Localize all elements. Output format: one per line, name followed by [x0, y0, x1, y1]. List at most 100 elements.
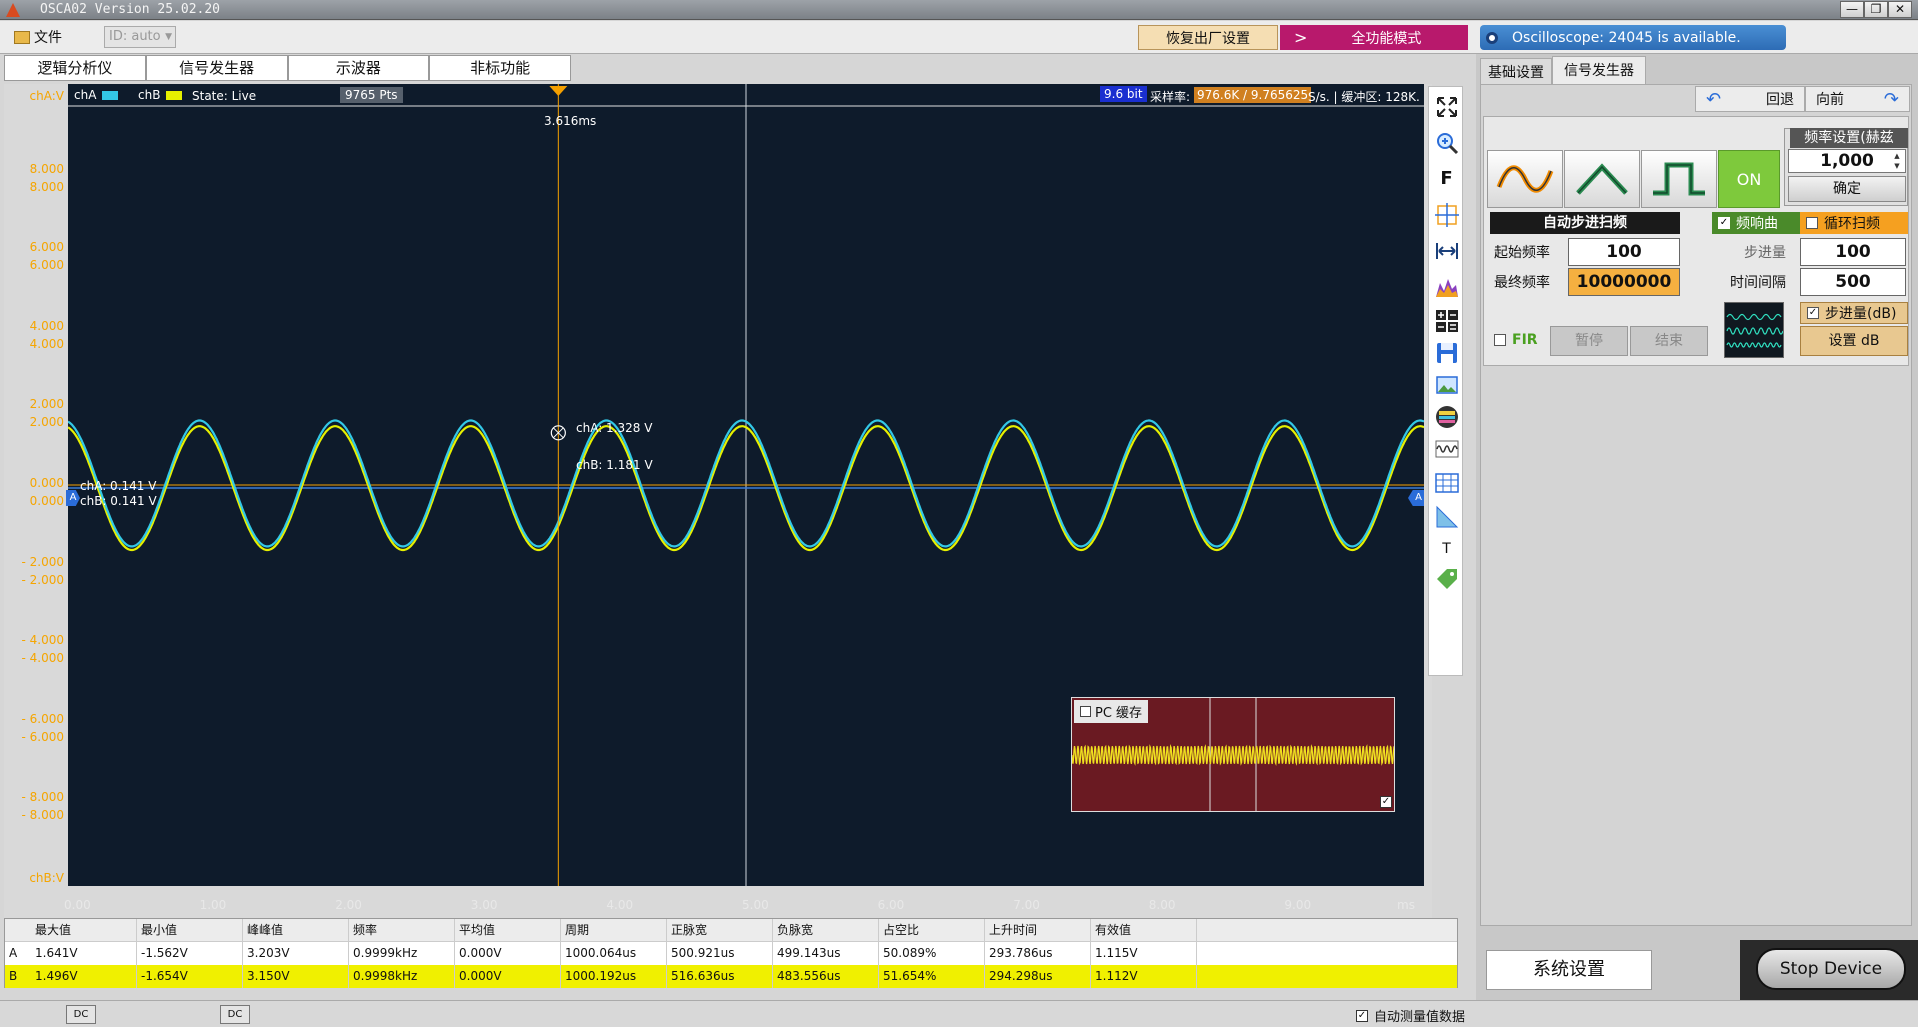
bit-depth-badge: 9.6 bit	[1100, 86, 1147, 102]
x-unit-label: ms	[1397, 898, 1415, 912]
freeze-f-icon[interactable]: F	[1433, 165, 1460, 192]
step-db-checkbox[interactable]: ✓	[1807, 307, 1819, 319]
ruler-icon[interactable]	[1433, 503, 1460, 530]
measure-a-cell: 500.921us	[667, 942, 773, 965]
interval-label: 时间间隔	[1730, 275, 1786, 291]
loop-sweep-checkbox[interactable]	[1806, 217, 1818, 229]
auto-measure-checkbox[interactable]: ✓	[1356, 1009, 1368, 1022]
step-db-label: 步进量(dB)	[1825, 306, 1897, 322]
interval-input[interactable]: 500	[1800, 268, 1906, 296]
loop-sweep-toggle[interactable]: 循环扫频	[1800, 212, 1908, 234]
measurement-row-b[interactable]: B 1.496V -1.654V 3.150V 0.9998kHz 0.000V 1000.…	[5, 965, 1457, 988]
tab-logic-analyzer[interactable]: 逻辑分析仪	[4, 55, 146, 81]
cursor-time-label: 3.616ms	[544, 114, 597, 128]
buffer-label: S/s. | 缓冲区: 128K.	[1308, 90, 1420, 104]
x-tick-label: 1.00	[199, 898, 227, 912]
measurement-row-a[interactable]: A 1.641V -1.562V 3.203V 0.9999kHz 0.000V 1000.…	[5, 942, 1457, 965]
cursor-cha-readout: chA: 1.328 V	[576, 421, 653, 435]
y-tick-label-chb: - 2.000	[21, 572, 65, 587]
tag-icon[interactable]	[1433, 563, 1460, 590]
sample-rate-label: 采样率:	[1150, 90, 1191, 104]
measure-b-cell: 483.556us	[773, 965, 879, 988]
status-bar: DC DC ✓ 自动测量值数据	[0, 1000, 1918, 1027]
fit-screen-icon[interactable]	[1433, 93, 1460, 120]
tab-signal-gen-settings[interactable]: 信号发生器	[1552, 56, 1646, 84]
tab-oscilloscope[interactable]: 示波器	[287, 55, 430, 81]
output-on-button[interactable]: ON	[1718, 150, 1780, 208]
full-mode-button[interactable]: > 全功能模式	[1280, 25, 1468, 50]
math-icon[interactable]	[1433, 307, 1460, 334]
square-wave-button[interactable]	[1641, 150, 1717, 208]
offset-chb-readout: chB: 0.141 V	[80, 494, 157, 508]
measure-a-cell: 3.203V	[243, 942, 349, 965]
freq-input[interactable]: 1,000 ▲ ▼	[1788, 149, 1906, 173]
measure-header-cell: 负脉宽	[773, 919, 879, 941]
legend-chb-label: chB	[138, 88, 161, 102]
system-settings-button[interactable]: 系统设置	[1486, 950, 1652, 990]
sine-wave-button[interactable]	[1487, 150, 1563, 208]
y-tick-label-chb: - 8.000	[21, 808, 65, 823]
back-button[interactable]: ↶ 回退	[1695, 86, 1805, 112]
end-button[interactable]: 结束	[1630, 326, 1708, 356]
measure-header-cell: 占空比	[879, 919, 985, 941]
file-menu[interactable]: 文件	[14, 27, 62, 47]
freq-confirm-button[interactable]: 确定	[1788, 176, 1906, 202]
step-label: 步进量	[1744, 245, 1786, 261]
freq-response-toggle[interactable]: ✓ 频响曲	[1712, 212, 1800, 234]
text-tool-icon[interactable]: T	[1433, 535, 1460, 562]
undo-icon: ↶	[1706, 88, 1722, 110]
start-freq-input[interactable]: 100	[1568, 238, 1680, 266]
save-icon[interactable]	[1433, 339, 1460, 366]
device-id-value: ID: auto	[109, 29, 161, 44]
cha-coupling-badge[interactable]: DC	[66, 1005, 96, 1024]
step-db-toggle[interactable]: ✓ 步进量(dB)	[1800, 302, 1908, 324]
cursor-chb-readout: chB: 1.181 V	[576, 458, 653, 472]
grid-icon[interactable]	[1433, 469, 1460, 496]
time-cursor-marker	[549, 86, 568, 96]
tab-basic-settings[interactable]: 基础设置	[1480, 58, 1552, 86]
stop-device-button[interactable]: Stop Device	[1756, 948, 1906, 990]
measure-a-cell: A	[9, 946, 18, 960]
pause-button[interactable]: 暂停	[1550, 326, 1628, 356]
image-icon[interactable]	[1433, 371, 1460, 398]
measure-header-cell: 上升时间	[985, 919, 1091, 941]
end-freq-input[interactable]: 10000000	[1568, 268, 1680, 296]
step-input[interactable]: 100	[1800, 238, 1906, 266]
fir-checkbox[interactable]	[1494, 334, 1506, 346]
x-tick-label: 3.00	[470, 898, 498, 912]
measure-width-icon[interactable]	[1433, 237, 1460, 264]
freq-spinner[interactable]: ▲ ▼	[1890, 151, 1904, 171]
forward-label: 向前	[1816, 92, 1844, 108]
tab-nonstandard[interactable]: 非标功能	[429, 55, 571, 81]
minimize-button[interactable]: —	[1840, 1, 1864, 18]
fir-toggle[interactable]: FIR	[1494, 332, 1538, 348]
chb-coupling-badge[interactable]: DC	[220, 1005, 250, 1024]
color-bars-icon[interactable]	[1433, 403, 1460, 430]
pc-cache-check-icon[interactable]: ✓	[1380, 796, 1392, 808]
auto-measure-toggle[interactable]: ✓ 自动测量值数据	[1356, 1006, 1465, 1025]
measure-b-cell: 51.654%	[879, 965, 985, 988]
triangle-wave-button[interactable]	[1564, 150, 1640, 208]
mode-tabs: 逻辑分析仪 信号发生器 示波器 非标功能	[4, 55, 571, 81]
measure-a-cell: -1.562V	[137, 942, 243, 965]
measure-header-cell: 最大值	[31, 919, 137, 941]
close-button[interactable]: ✕	[1888, 1, 1912, 18]
back-label: 回退	[1766, 92, 1794, 108]
forward-button[interactable]: 向前 ↷	[1805, 86, 1910, 112]
title-bar: OSCA02 Version 25.02.20 — ❐ ✕	[0, 0, 1918, 20]
set-db-button[interactable]: 设置 dB	[1800, 326, 1908, 356]
y-tick-label-chb: - 4.000	[21, 651, 65, 666]
menu-bar: 文件 ID: auto ▼ 恢复出厂设置 > 全功能模式 Oscilloscop…	[0, 21, 1918, 54]
scope-plot[interactable]: chA chB State: Live 9765 Pts 9.6 bit 采样率…	[66, 84, 1424, 886]
waveform-icon[interactable]	[1433, 435, 1460, 462]
crosshair-icon[interactable]	[1433, 201, 1460, 228]
tab-signal-generator[interactable]: 信号发生器	[145, 55, 288, 81]
pc-cache-panel[interactable]: PC 缓存 ✓	[1071, 697, 1395, 812]
spectrum-icon[interactable]	[1433, 273, 1460, 300]
maximize-button[interactable]: ❐	[1864, 1, 1888, 18]
restore-factory-button[interactable]: 恢复出厂设置	[1138, 25, 1278, 50]
device-id-select[interactable]: ID: auto ▼	[104, 26, 176, 48]
freq-response-checkbox[interactable]: ✓	[1718, 217, 1730, 229]
zoom-in-icon[interactable]	[1433, 129, 1460, 156]
measure-a-cell: 1000.064us	[561, 942, 667, 965]
